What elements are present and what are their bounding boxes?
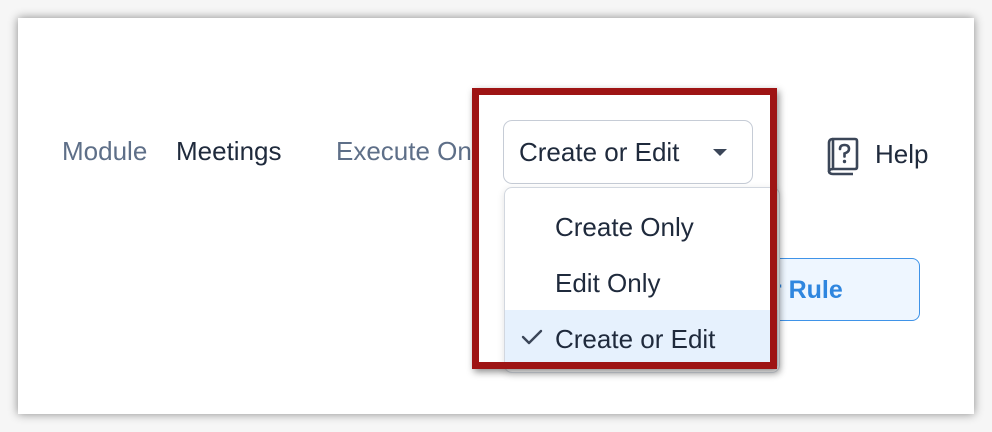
help-book-icon xyxy=(827,137,859,176)
execute-on-label: Execute On xyxy=(336,136,472,166)
module-label: Module xyxy=(62,136,148,166)
help-label: Help xyxy=(875,139,929,169)
module-value: Meetings xyxy=(176,136,282,166)
annotation-highlight-box xyxy=(472,88,777,369)
screenshot-stage: Module Meetings Execute On Create or Edi… xyxy=(0,0,992,432)
